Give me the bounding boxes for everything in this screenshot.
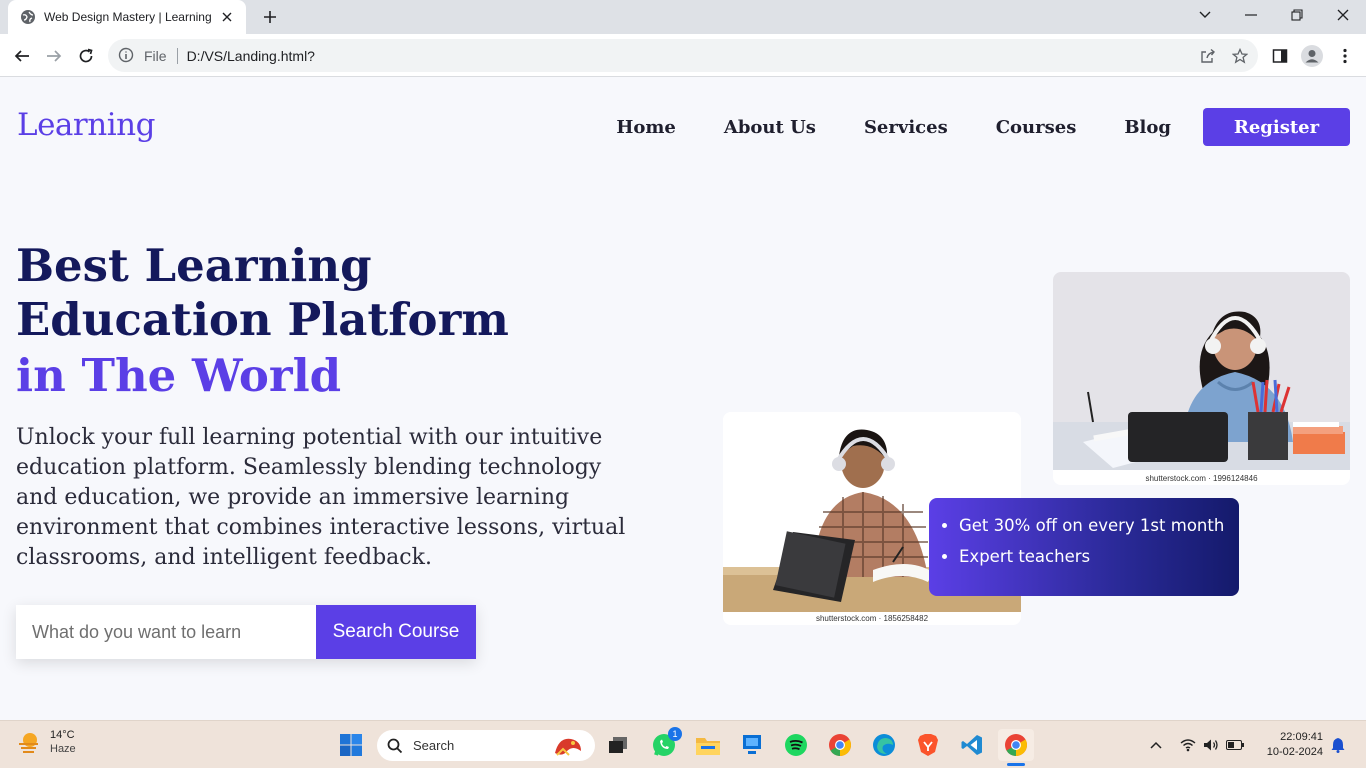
new-tab-icon[interactable] <box>258 6 282 28</box>
chevron-up-icon[interactable] <box>1146 735 1166 755</box>
hero-description: Unlock your full learning potential with… <box>16 425 626 570</box>
restore-icon[interactable] <box>1274 0 1320 30</box>
close-tab-icon[interactable] <box>218 8 236 26</box>
clock-date: 10-02-2024 <box>1266 746 1323 758</box>
weather-condition: Haze <box>50 743 76 755</box>
address-scheme: File <box>144 47 167 64</box>
offer-item: Get 30% off on every 1st month <box>959 516 1239 535</box>
share-icon[interactable] <box>1194 42 1222 70</box>
brave-icon[interactable] <box>912 729 944 761</box>
side-panel-icon[interactable] <box>1266 42 1294 70</box>
course-search: Search Course <box>16 605 476 659</box>
offer-item: Expert teachers <box>959 547 1239 566</box>
address-divider <box>176 47 178 64</box>
search-icon <box>387 738 403 753</box>
windows-taskbar: 14°C Haze Search 1 22:09:41 10-02-2024 <box>0 720 1366 768</box>
kebab-menu-icon[interactable] <box>1331 42 1359 70</box>
girl-studying-illustration <box>1053 272 1350 470</box>
site-logo[interactable]: Learning <box>17 107 155 143</box>
main-nav: Home About Us Services Courses Blog Regi… <box>616 108 1350 146</box>
landing-page: Learning Home About Us Services Courses … <box>0 77 1366 720</box>
search-course-button[interactable]: Search Course <box>316 605 476 659</box>
chrome-active-icon[interactable] <box>998 729 1034 766</box>
nav-courses[interactable]: Courses <box>996 117 1077 138</box>
taskbar-search[interactable]: Search <box>377 730 595 761</box>
weather-widget[interactable]: 14°C Haze <box>16 729 76 755</box>
windows-start-icon[interactable] <box>335 729 367 761</box>
minimize-icon[interactable] <box>1228 0 1274 30</box>
taskbar-clock[interactable]: 22:09:41 10-02-2024 <box>1267 730 1323 760</box>
back-arrow-icon[interactable] <box>8 42 36 70</box>
register-button[interactable]: Register <box>1203 108 1350 146</box>
nav-about-us[interactable]: About Us <box>724 117 816 138</box>
tab-search-chevron-icon[interactable] <box>1182 0 1228 30</box>
weather-temperature: 14°C <box>50 729 75 741</box>
course-search-input[interactable] <box>16 605 316 659</box>
remote-desktop-icon[interactable] <box>736 729 768 761</box>
boy-image-caption: shutterstock.com · 1856258482 <box>815 614 929 623</box>
dragon-highlight-icon <box>555 738 581 756</box>
nav-services[interactable]: Services <box>864 117 948 138</box>
girl-studying-image: shutterstock.com · 1996124846 <box>1053 272 1350 485</box>
clock-time: 22:09:41 <box>1280 731 1323 743</box>
haze-sun-icon <box>19 733 38 753</box>
close-window-icon[interactable] <box>1320 0 1366 30</box>
profile-avatar-icon[interactable] <box>1298 42 1326 70</box>
hero-heading-line1: Best Learning <box>16 239 372 292</box>
volume-icon[interactable] <box>1201 735 1221 755</box>
battery-icon[interactable] <box>1225 735 1245 755</box>
tab-title: Web Design Mastery | Learning Platform <box>44 10 214 24</box>
girl-image-caption: shutterstock.com · 1996124846 <box>1145 474 1258 483</box>
task-view-icon[interactable] <box>602 729 634 761</box>
spotify-icon[interactable] <box>780 729 812 761</box>
browser-toolbar: File D:/VS/Landing.html? <box>0 34 1366 77</box>
browser-tab-strip: Web Design Mastery | Learning Platform <box>0 0 1366 34</box>
whatsapp-icon[interactable]: 1 <box>648 727 682 761</box>
taskbar-search-label: Search <box>413 738 455 753</box>
nav-home[interactable]: Home <box>616 117 676 138</box>
hero-heading-line2: Education Platform <box>16 293 509 346</box>
info-icon[interactable] <box>118 47 136 65</box>
edge-icon[interactable] <box>868 729 900 761</box>
reload-icon[interactable] <box>72 42 100 70</box>
file-explorer-icon[interactable] <box>692 729 724 761</box>
notification-bell-icon[interactable] <box>1328 735 1348 755</box>
address-bar[interactable]: File D:/VS/Landing.html? <box>108 39 1258 72</box>
wifi-icon[interactable] <box>1178 735 1198 755</box>
nav-blog[interactable]: Blog <box>1124 117 1171 138</box>
bookmark-star-icon[interactable] <box>1226 42 1254 70</box>
globe-icon <box>20 9 36 25</box>
chrome-icon[interactable] <box>824 729 856 761</box>
address-url[interactable]: D:/VS/Landing.html? <box>187 48 315 64</box>
offers-card: Get 30% off on every 1st month Expert te… <box>929 498 1239 596</box>
browser-tab-active[interactable]: Web Design Mastery | Learning Platform <box>8 0 246 34</box>
vscode-icon[interactable] <box>956 729 988 761</box>
forward-arrow-icon[interactable] <box>40 42 68 70</box>
whatsapp-notification-badge: 1 <box>668 727 682 741</box>
active-app-indicator <box>1007 763 1025 766</box>
hero-heading-line3: in The World <box>16 349 342 402</box>
